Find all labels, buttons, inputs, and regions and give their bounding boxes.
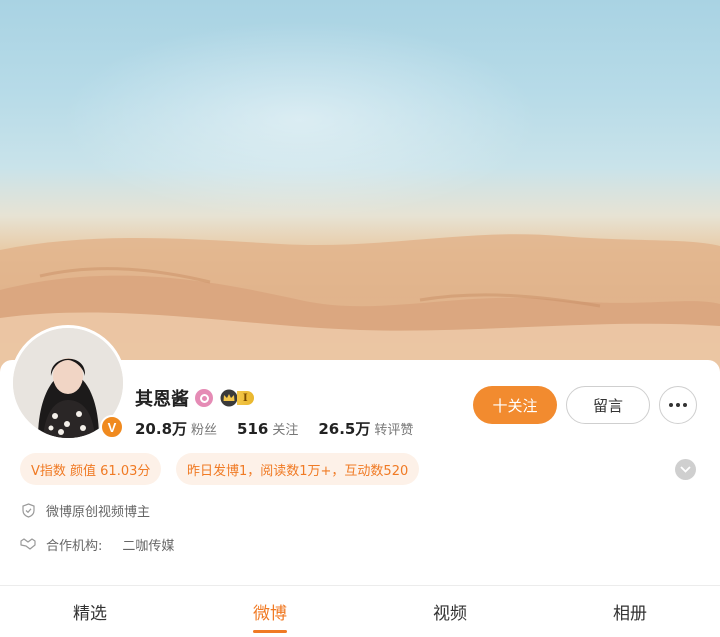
more-dots-icon[interactable] [659, 386, 697, 424]
agency-info: 合作机构: 二咖传媒 [20, 534, 174, 554]
user-name: 其恩酱 [135, 389, 189, 410]
name-row: 其恩酱 I [135, 385, 254, 411]
handshake-icon [20, 536, 36, 552]
follow-button[interactable]: 十关注 [473, 386, 557, 424]
tab-label: 视频 [433, 604, 467, 624]
creator-text: 微博原创视频博主 [46, 504, 151, 520]
cover-image[interactable] [0, 0, 720, 372]
vip-level-badge[interactable]: I [219, 389, 254, 407]
crown-icon [220, 389, 238, 407]
activity-tag[interactable]: 昨日发博1，阅读数1万+，互动数520 [176, 453, 420, 485]
tab-video[interactable]: 视频 [360, 586, 540, 637]
stat-likes[interactable]: 26.5万 转评赞 [318, 418, 413, 439]
tab-label: 微博 [253, 604, 287, 624]
tab-featured[interactable]: 精选 [0, 586, 180, 637]
stat-fans[interactable]: 20.8万 粉丝 [135, 418, 217, 439]
shield-icon [20, 502, 36, 518]
creator-info: 微博原创视频博主 [20, 500, 150, 520]
tab-album[interactable]: 相册 [540, 586, 720, 637]
tab-bar: 精选 微博 视频 相册 [0, 586, 720, 637]
stat-label: 转评赞 [374, 423, 414, 438]
agency-label: 合作机构: [46, 538, 103, 554]
verified-badge-icon: V [100, 415, 124, 439]
active-tab-indicator [253, 630, 287, 633]
stat-number: 516 [237, 420, 269, 438]
stats-row: 20.8万 粉丝 516 关注 26.5万 转评赞 [135, 418, 413, 439]
level-text: I [237, 391, 254, 405]
v-index-tag[interactable]: V指数 颜值 61.03分 [20, 453, 162, 485]
chevron-down-icon[interactable] [675, 459, 696, 480]
stat-label: 关注 [272, 423, 299, 438]
agency-value[interactable]: 二咖传媒 [122, 535, 174, 554]
message-button[interactable]: 留言 [566, 386, 650, 424]
tab-label: 相册 [613, 604, 647, 624]
search-badge-icon[interactable] [195, 389, 213, 407]
stat-number: 26.5万 [318, 420, 371, 438]
avatar[interactable]: V [10, 325, 126, 441]
stat-label: 粉丝 [191, 423, 218, 438]
tab-weibo[interactable]: 微博 [180, 586, 360, 637]
stat-number: 20.8万 [135, 420, 188, 438]
tab-label: 精选 [73, 604, 107, 624]
stat-following[interactable]: 516 关注 [237, 419, 298, 438]
